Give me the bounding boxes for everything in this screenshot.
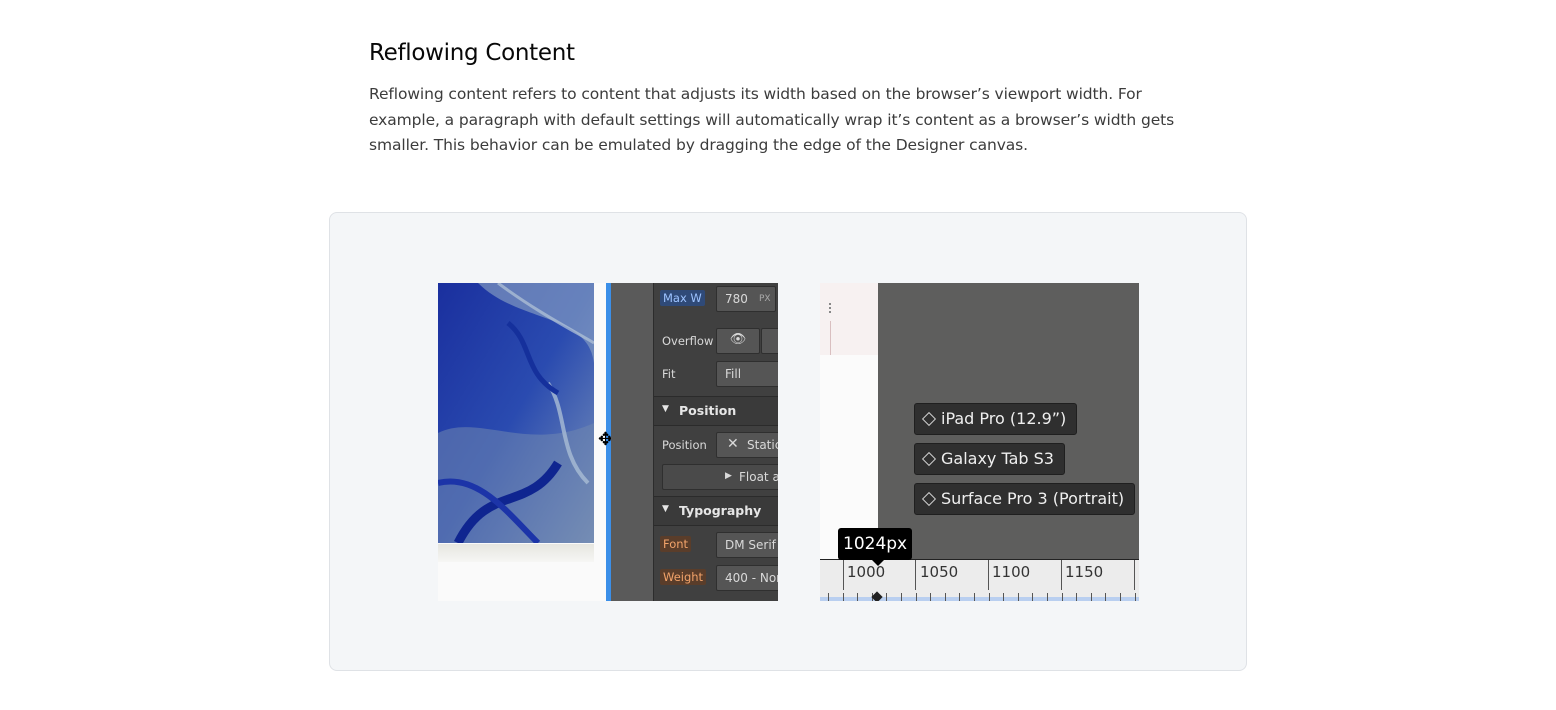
ruler-minor-tick [916,593,917,601]
canvas-resize-illustration: ✥ Max W 780 PX Overflow 👁 Fit Fill ▼ Pos… [438,283,778,601]
ruler-major-tick [915,560,916,590]
ruler-major-tick [843,560,844,590]
ruler-minor-tick [1135,593,1136,601]
weight-row: Weight 400 - Nor [654,565,778,591]
max-width-label: Max W [660,290,705,306]
ruler-minor-tick [945,593,946,601]
overflow-visible-button[interactable]: 👁 [716,328,760,354]
eye-icon: 👁 [729,332,747,347]
device-option[interactable]: Galaxy Tab S3 [914,443,1065,475]
ruler-label: 1050 [920,563,959,581]
ruler-minor-tick [1047,593,1048,601]
caret-down-icon: ▼ [662,504,669,514]
page-shadow [438,544,594,562]
ruler-major-tick [1134,560,1135,590]
ruler-minor-tick [857,593,858,601]
ruler-minor-tick [930,593,931,601]
ruler-minor-tick [1076,593,1077,601]
ruler-minor-tick [974,593,975,601]
fit-row: Fit Fill [654,361,778,387]
breakpoint-ruler-illustration: iPad Pro (12.9”) Galaxy Tab S3 Surface P… [820,283,1139,601]
position-label: Position [662,438,707,452]
font-label: Font [660,536,692,552]
ruler-minor-tick [989,593,990,601]
ruler-minor-tick [1105,593,1106,601]
font-select[interactable]: DM Serif D [716,532,778,558]
ruler-minor-tick [1003,593,1004,601]
overflow-row: Overflow 👁 [654,328,778,354]
position-row: Position ✕ Static [654,432,778,458]
caret-right-icon: ▶ [725,471,732,481]
ruler-minor-tick [959,593,960,601]
device-option[interactable]: Surface Pro 3 (Portrait) [914,483,1136,515]
ruler-minor-tick [1062,593,1063,601]
ruler-minor-tick [886,593,887,601]
ruler-minor-tick [1032,593,1033,601]
device-option[interactable]: iPad Pro (12.9”) [914,403,1078,435]
font-row: Font DM Serif D [654,532,778,558]
diamond-icon [921,411,937,427]
overflow-hidden-button[interactable] [761,328,778,354]
diamond-icon [921,451,937,467]
fit-select[interactable]: Fill [716,361,778,387]
guide-line [830,321,831,355]
overflow-label: Overflow [662,334,714,348]
ruler-minor-tick [901,593,902,601]
canvas-gap [611,283,653,601]
fit-label: Fit [662,367,676,381]
section-title: Reflowing Content [369,40,575,66]
ruler-label: 1150 [1065,563,1104,581]
caret-down-icon: ▼ [662,404,669,414]
position-section-header[interactable]: ▼ Position [654,396,778,426]
max-width-row: Max W 780 PX [654,286,778,312]
float-toggle[interactable]: ▶ Float a [662,464,778,490]
close-icon: ✕ [727,436,739,452]
ruler-minor-tick [1120,593,1121,601]
section-description: Reflowing content refers to content that… [369,85,1175,154]
max-width-field[interactable]: 780 PX [716,286,776,312]
style-panel: Max W 780 PX Overflow 👁 Fit Fill ▼ Posit… [653,283,778,601]
ruler-minor-tick [843,593,844,601]
drag-dots-icon [829,303,834,313]
ruler-minor-tick [828,593,829,601]
weight-label: Weight [660,569,707,585]
ruler-minor-tick [1018,593,1019,601]
width-ruler[interactable]: 1000 1050 1100 1150 [820,559,1139,601]
ruler-minor-tick [1091,593,1092,601]
weight-select[interactable]: 400 - Nor [716,565,778,591]
marble-image [438,283,594,543]
ruler-label: 1100 [992,563,1031,581]
position-select[interactable]: ✕ Static [716,432,778,458]
diamond-icon [921,491,937,507]
width-tooltip: 1024px [838,528,913,566]
ruler-major-tick [1061,560,1062,590]
typography-section-header[interactable]: ▼ Typography [654,496,778,526]
canvas-strip-top [820,283,878,355]
float-row: ▶ Float a [654,464,778,490]
ruler-major-tick [988,560,989,590]
